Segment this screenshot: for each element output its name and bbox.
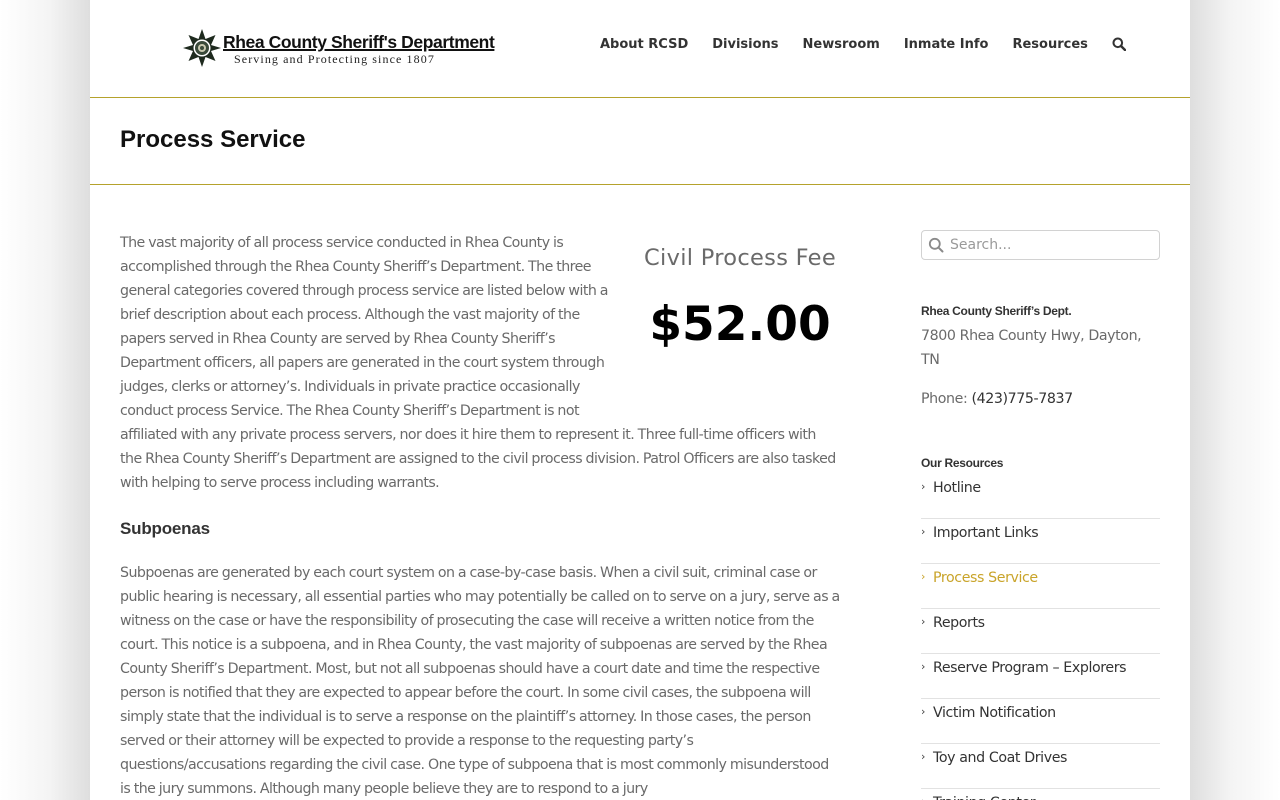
- chevron-right-icon: ›: [921, 480, 926, 493]
- page-shadow-left: [0, 0, 90, 800]
- resource-item-process-service[interactable]: › Process Service: [921, 564, 1160, 609]
- dept-heading: Rhea County Sheriff’s Dept.: [921, 304, 1072, 318]
- search-icon[interactable]: [928, 237, 944, 253]
- resource-label: Reserve Program – Explorers: [933, 660, 1127, 676]
- dept-address: 7800 Rhea County Hwy, Dayton, TN: [921, 328, 1142, 368]
- resources-list: › Hotline › Important Links › Process Servi…: [921, 474, 1160, 800]
- main-content: Civil Process Fee $52.00 The vast majori…: [120, 231, 840, 800]
- search-icon[interactable]: [1112, 37, 1126, 51]
- resource-label: Training Center: [933, 791, 1036, 800]
- resource-item-important-links[interactable]: › Important Links: [921, 519, 1160, 564]
- chevron-right-icon: ›: [921, 615, 926, 628]
- resource-label: Reports: [933, 615, 985, 631]
- chevron-right-icon: ›: [921, 750, 926, 763]
- resource-item-hotline[interactable]: › Hotline: [921, 474, 1160, 519]
- resource-item-reports[interactable]: › Reports: [921, 609, 1160, 654]
- sidebar: Rhea County Sheriff’s Dept. 7800 Rhea Co…: [921, 230, 1160, 800]
- chevron-right-icon: ›: [921, 794, 925, 800]
- subpoenas-paragraph: Subpoenas are generated by each court sy…: [120, 565, 840, 797]
- site-header: Rhea County Sheriff's Department Serving…: [90, 0, 1190, 98]
- dept-phone: Phone: (423)775-7837: [921, 387, 1073, 411]
- resource-label: Process Service: [933, 570, 1038, 586]
- site-logo[interactable]: Rhea County Sheriff's Department Serving…: [182, 28, 495, 70]
- nav-item-divisions[interactable]: Divisions: [712, 37, 778, 52]
- resource-item-toy-coat-drives[interactable]: › Toy and Coat Drives: [921, 744, 1160, 789]
- site-title: Rhea County Sheriff's Department: [223, 32, 495, 52]
- resource-item-reserve-program[interactable]: › Reserve Program – Explorers: [921, 654, 1160, 699]
- fee-label: Civil Process Fee: [644, 245, 836, 271]
- page-shadow-right: [1190, 0, 1280, 800]
- subpoenas-heading: Subpoenas: [120, 519, 210, 538]
- nav-item-about[interactable]: About RCSD: [600, 37, 688, 52]
- resource-label: Toy and Coat Drives: [933, 750, 1068, 766]
- sidebar-search-input[interactable]: [950, 234, 1150, 256]
- resource-label: Important Links: [933, 525, 1039, 541]
- nav-item-resources[interactable]: Resources: [1012, 37, 1087, 52]
- nav-item-inmate-info[interactable]: Inmate Info: [904, 37, 989, 52]
- fee-box: Civil Process Fee $52.00: [640, 231, 840, 421]
- fee-amount: $52.00: [649, 297, 831, 352]
- phone-label: Phone:: [921, 391, 972, 407]
- phone-number[interactable]: (423)775-7837: [971, 391, 1073, 407]
- site-tagline: Serving and Protecting since 1807: [234, 52, 435, 66]
- resource-label: Hotline: [933, 480, 981, 496]
- sheriff-star-icon: [183, 29, 221, 67]
- chevron-right-icon: ›: [921, 660, 926, 673]
- chevron-right-icon: ›: [921, 525, 926, 538]
- chevron-right-icon: ›: [921, 570, 926, 583]
- sidebar-search-box: [921, 230, 1160, 260]
- page-wrapper: Rhea County Sheriff's Department Serving…: [90, 0, 1190, 800]
- resource-item-training-center[interactable]: › Training Center: [921, 789, 1160, 800]
- chevron-right-icon: ›: [921, 705, 926, 718]
- resources-heading: Our Resources: [921, 456, 1004, 470]
- resource-item-victim-notification[interactable]: › Victim Notification: [921, 699, 1160, 744]
- main-nav: About RCSD Divisions Newsroom Inmate Inf…: [600, 34, 1126, 54]
- page-title: Process Service: [120, 126, 306, 153]
- page-title-bar: Process Service: [90, 99, 1190, 185]
- nav-item-newsroom[interactable]: Newsroom: [803, 37, 880, 52]
- resource-label: Victim Notification: [933, 705, 1056, 721]
